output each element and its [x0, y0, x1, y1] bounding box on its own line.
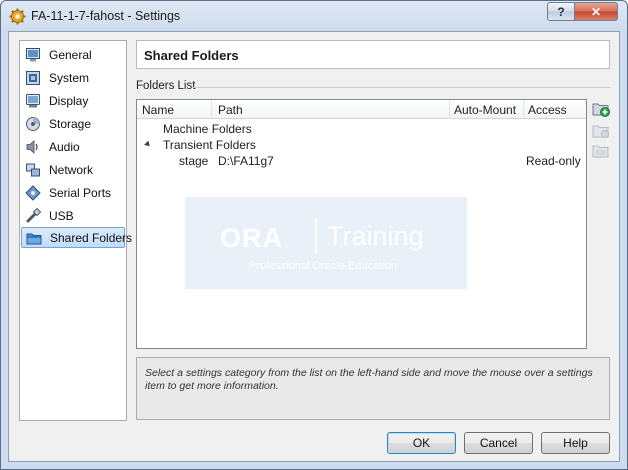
page-header: Shared Folders: [136, 40, 610, 69]
dialog-body: General System Display Storage Audio Net…: [8, 31, 620, 462]
sidebar-item-serial-ports[interactable]: Serial Ports: [21, 182, 125, 203]
sidebar-item-label: Serial Ports: [49, 185, 112, 200]
watermark-name: Training: [327, 221, 424, 251]
sidebar-item-system[interactable]: System: [21, 67, 125, 88]
add-folder-icon: [592, 103, 611, 121]
sidebar-item-label: Audio: [49, 139, 80, 154]
sidebar-item-general[interactable]: General: [21, 44, 125, 65]
group-name: Transient Folders: [163, 138, 256, 152]
network-icon: [25, 162, 41, 178]
display-icon: [25, 93, 41, 109]
column-header-name[interactable]: Name: [142, 103, 174, 117]
shared-folders-icon: [26, 230, 42, 246]
remove-folder-button[interactable]: [592, 142, 611, 160]
window-title: FA-11-1-7-fahost - Settings: [31, 9, 181, 23]
watermark-tagline: Professional Oracle Education: [249, 260, 397, 272]
group-divider: [192, 87, 610, 88]
sidebar-item-label: Network: [49, 162, 94, 177]
sidebar-item-audio[interactable]: Audio: [21, 136, 125, 157]
sidebar-item-display[interactable]: Display: [21, 90, 125, 111]
column-divider[interactable]: [523, 100, 524, 119]
close-button[interactable]: ✕: [574, 2, 618, 21]
sidebar-item-label: USB: [49, 208, 74, 223]
ok-button[interactable]: OK: [387, 432, 456, 454]
storage-icon: [25, 116, 41, 132]
info-panel: Select a settings category from the list…: [136, 357, 610, 420]
folder-access: Read-only: [526, 154, 581, 168]
sidebar-item-network[interactable]: Network: [21, 159, 125, 180]
edit-folder-icon: [592, 125, 611, 143]
shared-folders-tree[interactable]: Name Path Auto-Mount Access Machine Fold…: [136, 99, 587, 349]
tree-header: Name Path Auto-Mount Access: [137, 100, 586, 119]
expand-arrow-icon[interactable]: [144, 140, 152, 149]
sidebar-item-label: Shared Folders: [50, 230, 133, 245]
edit-folder-button[interactable]: [592, 122, 611, 140]
group-name: Machine Folders: [163, 122, 252, 136]
folder-name: stage: [179, 154, 209, 168]
column-header-path[interactable]: Path: [218, 103, 243, 117]
remove-folder-icon: [592, 145, 611, 163]
general-icon: [25, 47, 41, 63]
add-folder-button[interactable]: [592, 100, 611, 118]
settings-window: FA-11-1-7-fahost - Settings ? ✕ General …: [0, 0, 628, 470]
sidebar-item-usb[interactable]: USB: [21, 205, 125, 226]
title-bar[interactable]: FA-11-1-7-fahost - Settings ? ✕: [1, 1, 627, 31]
sidebar-item-storage[interactable]: Storage: [21, 113, 125, 134]
watermark-logo: ORA: [220, 223, 283, 253]
tree-group-row[interactable]: Transient Folders: [137, 137, 586, 153]
column-divider[interactable]: [449, 100, 450, 119]
serial-ports-icon: [25, 184, 41, 201]
audio-icon: [25, 139, 41, 155]
sidebar-item-label: Storage: [49, 116, 92, 131]
info-text: Select a settings category from the list…: [145, 367, 593, 392]
column-divider[interactable]: [211, 100, 212, 119]
folder-path: D:\FA11g7: [218, 154, 274, 168]
watermark-divider: [315, 219, 317, 253]
sidebar-item-label: System: [49, 70, 90, 85]
sidebar-item-shared-folders[interactable]: Shared Folders: [21, 227, 132, 248]
sidebar-item-label: General: [49, 47, 92, 62]
tree-group-row[interactable]: Machine Folders: [137, 121, 586, 137]
help-button[interactable]: Help: [541, 432, 610, 454]
usb-icon: [25, 207, 42, 224]
sidebar-item-label: Display: [49, 93, 89, 108]
column-header-auto-mount[interactable]: Auto-Mount: [454, 103, 516, 117]
table-row[interactable]: stage D:\FA11g7 Read-only: [137, 153, 586, 169]
page-title: Shared Folders: [144, 48, 239, 63]
column-header-access[interactable]: Access: [528, 103, 567, 117]
system-icon: [25, 70, 41, 86]
settings-category-list[interactable]: General System Display Storage Audio Net…: [19, 40, 132, 421]
cancel-button[interactable]: Cancel: [464, 432, 533, 454]
folders-list-label: Folders List: [136, 80, 196, 92]
title-help-button[interactable]: ?: [547, 2, 575, 21]
gear-icon: [9, 8, 26, 25]
watermark: ORA Training Professional Oracle Educati…: [185, 197, 467, 289]
